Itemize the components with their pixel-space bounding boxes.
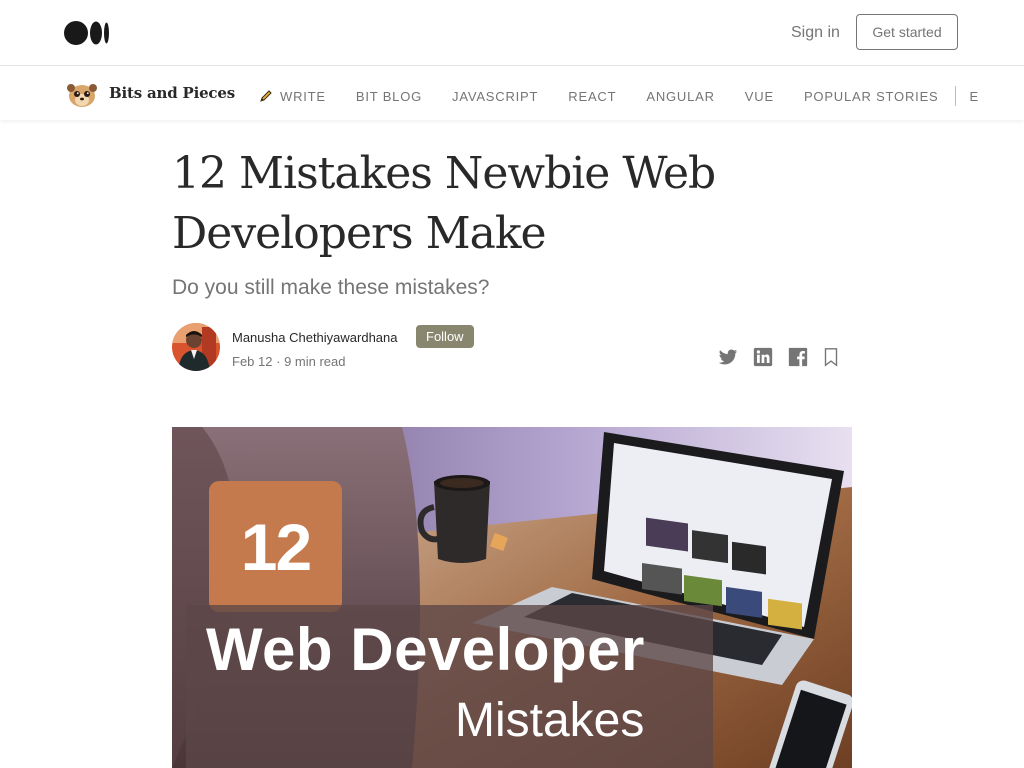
nav-item-label: WRITE: [280, 88, 326, 104]
nav-divider: [954, 86, 956, 106]
linkedin-icon[interactable]: [752, 346, 774, 368]
nav-item-truncated[interactable]: E: [970, 89, 979, 104]
article-title: 12 Mistakes Newbie Web Developers Make: [172, 148, 716, 259]
facebook-icon[interactable]: [787, 346, 809, 368]
nav-item-write[interactable]: WRITE: [258, 88, 326, 104]
pencil-icon: [260, 90, 272, 102]
follow-button[interactable]: Follow: [416, 325, 474, 348]
author-name[interactable]: Manusha Chethiyawardhana: [232, 330, 398, 345]
get-started-button[interactable]: Get started: [856, 14, 958, 50]
meta-separator: ·: [276, 354, 281, 369]
nav-item-angular[interactable]: ANGULAR: [646, 89, 714, 104]
article-subtitle: Do you still make these mistakes?: [172, 276, 490, 299]
publication-name[interactable]: Bits and Pieces: [109, 84, 235, 102]
top-bar: Sign in Get started: [0, 0, 1024, 66]
hero-number-badge: 12: [209, 481, 342, 612]
nav-item-javascript[interactable]: JAVASCRIPT: [452, 89, 538, 104]
medium-logo-icon[interactable]: [64, 21, 110, 45]
nav-item-react[interactable]: REACT: [568, 89, 616, 104]
meerkat-logo-icon[interactable]: [64, 79, 100, 109]
nav-item-vue[interactable]: VUE: [745, 89, 774, 104]
hero-image: 12 Web Developer Mistakes: [172, 427, 852, 768]
twitter-icon[interactable]: [717, 346, 739, 368]
publish-date: Feb 12: [232, 354, 273, 369]
author-avatar[interactable]: [172, 323, 220, 371]
nav-item-popular-stories[interactable]: POPULAR STORIES: [804, 89, 939, 104]
publication-nav-items: WRITE BIT BLOG JAVASCRIPT REACT ANGULAR …: [258, 86, 1009, 106]
publication-nav: Bits and Pieces WRITE BIT BLOG JAVASCRIP…: [0, 66, 1024, 120]
sign-in-link[interactable]: Sign in: [791, 24, 840, 42]
bookmark-icon[interactable]: [820, 346, 842, 368]
hero-heading-line2: Mistakes: [455, 694, 645, 747]
article-meta: Feb 12 · 9 min read: [232, 354, 346, 369]
nav-item-bit-blog[interactable]: BIT BLOG: [356, 89, 422, 104]
read-time: 9 min read: [284, 354, 346, 369]
hero-heading-line1: Web Developer: [206, 616, 645, 683]
